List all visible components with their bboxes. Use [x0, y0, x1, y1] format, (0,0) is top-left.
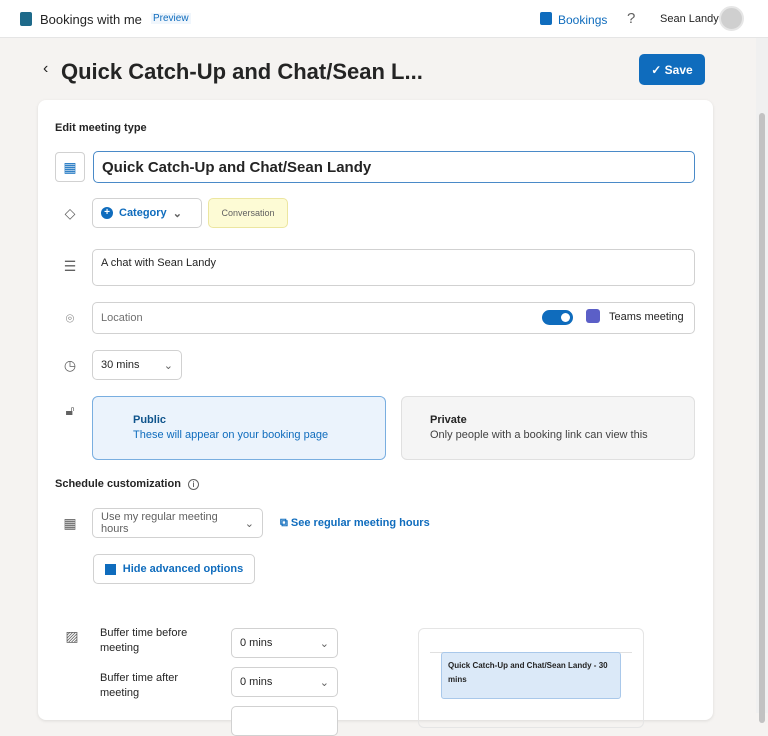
- buffer-before-label: Buffer time before meeting: [100, 627, 188, 654]
- clock-icon: ◷: [63, 357, 77, 373]
- hide-advanced-button[interactable]: Hide advanced options: [93, 554, 255, 584]
- teams-label: Teams meeting: [609, 311, 684, 323]
- avatar[interactable]: [719, 6, 744, 31]
- info-icon[interactable]: i: [187, 479, 199, 490]
- add-icon: +: [101, 207, 113, 219]
- teams-icon: [586, 309, 600, 323]
- category-tag[interactable]: Conversation: [208, 198, 288, 228]
- bookings-logo-icon: [540, 12, 552, 25]
- private-option[interactable]: Private Only people with a booking link …: [401, 396, 695, 460]
- schedule-title: Schedule customization i: [55, 478, 199, 490]
- public-option[interactable]: Public These will appear on your booking…: [92, 396, 386, 460]
- buffer-third-dropdown[interactable]: [231, 706, 338, 736]
- calendar-icon: ▦: [55, 152, 85, 182]
- chevron-down-icon: ⌄: [172, 207, 182, 220]
- save-label: Save: [664, 62, 693, 77]
- preview-event: Quick Catch-Up and Chat/Sean Landy - 30 …: [441, 652, 621, 699]
- location-placeholder: Location: [101, 312, 143, 324]
- buffer-after-value: 0 mins: [240, 676, 273, 688]
- description-icon: ☰: [63, 258, 77, 274]
- buffer-after-label: Buffer time after meeting: [100, 672, 179, 699]
- hide-advanced-label: Hide advanced options: [122, 563, 244, 575]
- tag-icon: ◇: [64, 205, 76, 221]
- public-title: Public: [133, 414, 167, 426]
- buffer-before-value: 0 mins: [240, 637, 273, 649]
- public-desc: These will appear on your booking page: [133, 429, 329, 441]
- see-hours-text: See regular meeting hours: [290, 517, 430, 529]
- section-title: Edit meeting type: [55, 122, 147, 134]
- app-title: Bookings with me: [40, 12, 142, 27]
- check-icon: ✓: [651, 62, 665, 77]
- help-icon[interactable]: ?: [627, 10, 635, 27]
- bookings-link[interactable]: Bookings: [558, 13, 607, 27]
- duration-dropdown[interactable]: 30 mins ⌄: [92, 350, 182, 380]
- hours-dropdown[interactable]: Use my regular meeting hours ⌄: [92, 508, 263, 538]
- top-bar: Bookings with me Preview Bookings ? Sean…: [0, 0, 768, 38]
- calendar-preview: Quick Catch-Up and Chat/Sean Landy - 30 …: [418, 628, 644, 728]
- external-link-icon: ⧉: [280, 517, 291, 529]
- preview-badge: Preview: [151, 13, 191, 24]
- page-title: Quick Catch-Up and Chat/Sean L...: [61, 59, 423, 84]
- save-button[interactable]: ✓ Save: [639, 54, 705, 85]
- buffer-after-dropdown[interactable]: 0 mins ⌄: [231, 667, 338, 697]
- lock-icon: 🔓︎: [65, 402, 75, 418]
- scrollbar[interactable]: [756, 38, 768, 723]
- buffer-before-dropdown[interactable]: 0 mins ⌄: [231, 628, 338, 658]
- chevron-down-icon: ⌄: [244, 517, 254, 530]
- hours-value: Use my regular meeting hours: [101, 511, 218, 535]
- chevron-down-icon: ⌄: [163, 359, 173, 372]
- chevron-down-icon: ⌄: [319, 637, 329, 650]
- description-input[interactable]: A chat with Sean Landy: [92, 249, 695, 286]
- back-icon[interactable]: ‹: [43, 60, 48, 78]
- chevron-down-icon: ⌄: [319, 676, 329, 689]
- calendar-hours-icon: ▦: [63, 515, 77, 531]
- duration-value: 30 mins: [101, 359, 140, 371]
- teams-toggle[interactable]: [542, 310, 573, 325]
- scrollbar-thumb[interactable]: [759, 113, 765, 723]
- category-dropdown[interactable]: + Category ⌄: [92, 198, 202, 228]
- collapse-icon: [104, 563, 116, 575]
- edit-card: Edit meeting type ▦ Quick Catch-Up and C…: [38, 100, 713, 736]
- see-hours-link[interactable]: ⧉ See regular meeting hours: [280, 517, 430, 530]
- private-title: Private: [430, 414, 467, 426]
- title-input[interactable]: Quick Catch-Up and Chat/Sean Landy: [93, 151, 695, 183]
- schedule-title-text: Schedule customization: [55, 478, 181, 490]
- category-label: Category: [119, 207, 167, 219]
- buffer-icon: ▨: [65, 628, 79, 644]
- bookings-app-icon: [20, 12, 32, 26]
- private-desc: Only people with a booking link can view…: [430, 429, 648, 441]
- user-name: Sean Landy: [660, 13, 719, 25]
- location-input[interactable]: Location: [92, 302, 695, 334]
- location-icon: ⌾: [65, 310, 75, 326]
